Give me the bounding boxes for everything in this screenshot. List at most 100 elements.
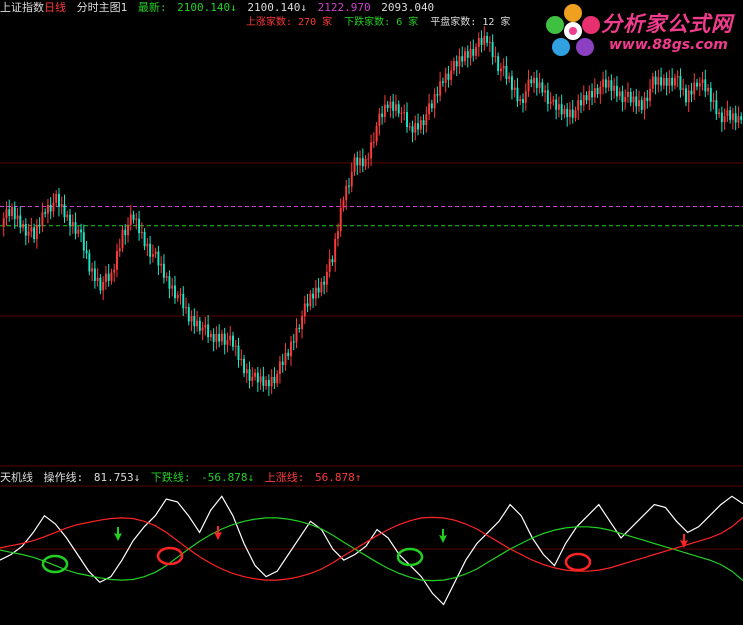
candle-body [58, 193, 60, 207]
candle-body [127, 224, 129, 236]
candle-body [71, 222, 74, 227]
candle-body [596, 87, 599, 95]
candle-body [323, 281, 326, 285]
candle-body [33, 227, 36, 240]
candle-body [447, 73, 450, 80]
candle-body [187, 307, 190, 322]
candle-body [372, 141, 375, 143]
candle-body [400, 112, 403, 114]
candle-body [215, 333, 218, 342]
candle-body [640, 100, 643, 110]
candle-body [49, 204, 52, 212]
candle-body [102, 282, 105, 291]
candle-body [63, 204, 66, 218]
candle-body [519, 99, 522, 102]
candle-body [464, 51, 466, 62]
candle-body [301, 316, 304, 329]
candle-body [563, 108, 566, 115]
candle-body [165, 276, 168, 278]
indicator-name[interactable]: 天机线 [0, 471, 33, 484]
candle-body [406, 112, 408, 128]
candle-body [718, 112, 721, 115]
candle-body [643, 97, 646, 110]
candle-body [168, 276, 171, 289]
op-value: 81.753↓ [93, 471, 141, 484]
candle-body [428, 103, 431, 115]
candle-body [582, 95, 585, 106]
candle-body [237, 345, 240, 360]
candle-body [466, 51, 469, 58]
signal-arrow-icon [439, 529, 447, 543]
up-count: 上涨家数: 270 家 [246, 17, 333, 28]
candle-body [243, 358, 245, 374]
candle-body [218, 333, 221, 342]
candle-body [77, 229, 80, 234]
candle-body [196, 320, 199, 327]
chart-canvas [0, 26, 743, 606]
candle-body [546, 90, 549, 104]
period-label[interactable]: 日线 [44, 1, 66, 14]
candle-body [267, 380, 270, 387]
indicator-header: 天机线 操作线: 81.753↓ 下跌线: -56.878↓ 上涨线: 56.8… [0, 470, 365, 486]
candle-body [24, 224, 27, 236]
candle-body [480, 38, 483, 45]
candlestick-series [2, 26, 743, 396]
candle-body [69, 214, 71, 227]
candle-body [383, 104, 386, 117]
candle-body [154, 251, 157, 255]
candle-body [662, 78, 665, 86]
candle-body [298, 327, 301, 329]
candle-body [375, 125, 378, 142]
candle-body [256, 372, 259, 383]
price-header: 上证指数日线 分时主图1 最新: 2100.140↓ 2100.140↓ 212… [0, 0, 438, 16]
candle-body [731, 113, 734, 120]
candle-body [684, 88, 687, 103]
candle-body [121, 229, 124, 249]
candle-body [190, 316, 193, 322]
candle-body [665, 78, 668, 86]
candle-body [312, 293, 315, 299]
candle-body [88, 253, 91, 272]
candle-body [262, 376, 265, 386]
candle-body [555, 99, 558, 110]
candle-body [629, 91, 632, 103]
candle-body [403, 112, 406, 114]
candle-body [328, 259, 331, 272]
candle-body [527, 79, 530, 92]
candle-body [505, 65, 508, 79]
candle-body [110, 272, 113, 281]
candle-body [494, 56, 497, 58]
logo-url[interactable]: www.88gs.com [609, 37, 728, 53]
candle-body [560, 104, 563, 115]
symbol-label[interactable]: 上证指数 [0, 1, 44, 14]
candle-body [182, 293, 185, 309]
candle-body [635, 96, 638, 107]
main-chart-label: 分时主图1 [76, 1, 128, 14]
candle-body [30, 227, 33, 232]
candle-body [2, 218, 5, 227]
signal-arrow-icon [214, 526, 222, 540]
candle-body [309, 293, 312, 307]
candle-body [212, 334, 215, 342]
candle-body [22, 224, 25, 228]
candle-body [245, 369, 248, 374]
candle-body [530, 79, 533, 84]
candle-body [143, 231, 146, 247]
candle-body [472, 49, 475, 56]
candle-body [389, 101, 392, 109]
candle-body [737, 116, 740, 123]
candle-body [607, 80, 610, 88]
fall-label: 下跌线: [150, 471, 191, 484]
candle-body [140, 231, 143, 234]
candle-body [138, 218, 141, 234]
candle-body [671, 77, 674, 86]
candle-body [411, 126, 414, 133]
candle-body [469, 49, 472, 58]
candle-body [660, 77, 663, 86]
candle-body [571, 109, 574, 118]
candle-body [270, 376, 273, 387]
candle-body [359, 158, 362, 166]
candle-body [325, 271, 328, 285]
candle-body [8, 209, 11, 216]
candle-body [149, 243, 152, 257]
